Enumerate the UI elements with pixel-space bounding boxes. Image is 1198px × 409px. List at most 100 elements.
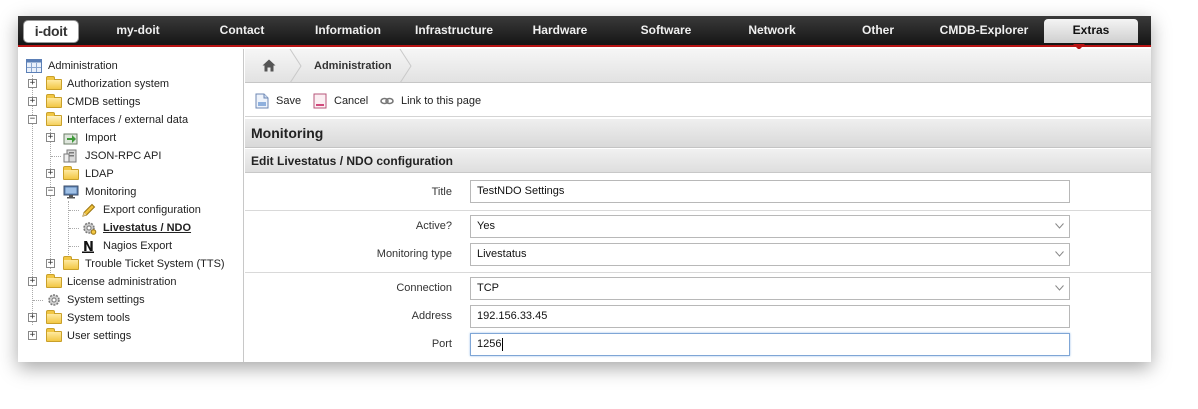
- title-field[interactable]: TestNDO Settings: [470, 180, 1070, 203]
- monitoring-type-select[interactable]: Livestatus: [470, 243, 1070, 266]
- link-label: Link to this page: [401, 95, 482, 107]
- expand-icon[interactable]: +: [28, 277, 37, 286]
- form-row-active: Active? Yes: [245, 215, 1151, 240]
- tree-item-monitoring[interactable]: − Monitoring: [46, 184, 236, 200]
- tree-item-license-administration[interactable]: + License administration: [28, 274, 238, 290]
- nav-infrastructure[interactable]: Infrastructure: [402, 16, 506, 45]
- main-panel: Administration Save Cancel Link to this …: [245, 49, 1151, 362]
- folder-icon: [63, 256, 79, 270]
- expand-icon[interactable]: +: [46, 259, 55, 268]
- cancel-button[interactable]: Cancel: [313, 93, 369, 109]
- tree-item-label: User settings: [67, 330, 132, 342]
- cancel-label: Cancel: [334, 95, 369, 107]
- form-row-monitoring-type: Monitoring type Livestatus: [245, 243, 1151, 268]
- nav-information[interactable]: Information: [298, 16, 398, 45]
- nav-extras[interactable]: Extras: [1044, 19, 1138, 43]
- nav-other[interactable]: Other: [830, 16, 926, 45]
- breadcrumb-separator-icon: [289, 49, 302, 83]
- tree-item-label: Import: [85, 132, 117, 144]
- address-value: 192.156.33.45: [477, 310, 548, 322]
- address-field[interactable]: 192.156.33.45: [470, 305, 1070, 328]
- expand-icon[interactable]: +: [28, 313, 37, 322]
- pencil-icon: [82, 203, 96, 217]
- cancel-icon: [313, 93, 327, 109]
- folder-open-icon: [46, 112, 62, 126]
- tree-item-label: Authorization system: [67, 78, 170, 90]
- tree-root-administration[interactable]: Administration: [26, 58, 236, 74]
- tree-item-user-settings[interactable]: + User settings: [28, 328, 238, 344]
- tree-item-label: Monitoring: [85, 186, 137, 198]
- monitoring-type-value: Livestatus: [477, 248, 527, 260]
- tree-item-system-settings[interactable]: System settings: [28, 292, 238, 308]
- nav-contact[interactable]: Contact: [194, 16, 290, 45]
- admin-tree: Administration + Authorization system + …: [18, 49, 244, 362]
- tree-item-label: JSON-RPC API: [85, 150, 162, 162]
- tree-item-import[interactable]: + Import: [46, 130, 236, 146]
- save-label: Save: [276, 95, 302, 107]
- address-label: Address: [411, 310, 452, 322]
- gear-icon: [83, 222, 97, 235]
- logo-text: i-doit: [34, 23, 68, 39]
- breadcrumb: Administration: [245, 49, 1151, 83]
- folder-icon: [46, 328, 62, 342]
- connection-select[interactable]: TCP: [470, 277, 1070, 300]
- nav-network[interactable]: Network: [724, 16, 820, 45]
- folder-icon: [63, 166, 79, 180]
- active-value: Yes: [477, 220, 495, 232]
- tree-connector: [69, 246, 79, 247]
- port-value: 1256: [477, 338, 502, 350]
- tree-item-system-tools[interactable]: + System tools: [28, 310, 238, 326]
- nav-hardware[interactable]: Hardware: [512, 16, 608, 45]
- nav-software[interactable]: Software: [618, 16, 714, 45]
- table-icon: [26, 59, 42, 73]
- tree-connector: [33, 300, 43, 301]
- active-label: Active?: [415, 220, 452, 232]
- breadcrumb-item[interactable]: Administration: [314, 49, 392, 83]
- top-navigation: i-doit my-doit Contact Information Infra…: [18, 16, 1151, 50]
- tree-item-interfaces[interactable]: − Interfaces / external data: [28, 112, 238, 128]
- tree-root-label: Administration: [48, 60, 118, 72]
- form-row-title: Title TestNDO Settings: [245, 180, 1151, 205]
- home-icon[interactable]: [262, 59, 276, 72]
- tree-item-label: License administration: [67, 276, 177, 288]
- api-icon: [63, 149, 77, 163]
- save-button[interactable]: Save: [255, 93, 305, 109]
- nav-cmdb-explorer[interactable]: CMDB-Explorer: [932, 16, 1036, 45]
- import-icon: [63, 133, 78, 145]
- active-select[interactable]: Yes: [470, 215, 1070, 238]
- tree-item-label: System tools: [67, 312, 130, 324]
- tree-item-nagios-export[interactable]: N Nagios Export: [64, 238, 239, 254]
- expand-icon[interactable]: +: [46, 169, 55, 178]
- tree-item-ldap[interactable]: + LDAP: [46, 166, 236, 182]
- tree-item-label: Interfaces / external data: [67, 114, 189, 126]
- tree-item-label: Livestatus / NDO: [103, 222, 192, 234]
- port-field[interactable]: 1256: [470, 333, 1070, 356]
- tree-item-tts[interactable]: + Trouble Ticket System (TTS): [46, 256, 241, 272]
- expand-icon[interactable]: +: [28, 79, 37, 88]
- folder-icon: [46, 274, 62, 288]
- folder-icon: [46, 310, 62, 324]
- app-window: i-doit my-doit Contact Information Infra…: [18, 16, 1151, 362]
- expand-icon[interactable]: +: [46, 133, 55, 142]
- chevron-down-icon: [1055, 223, 1064, 229]
- link-to-page-button[interactable]: Link to this page: [380, 93, 490, 109]
- nav-my-doit[interactable]: my-doit: [88, 16, 188, 45]
- tree-connector: [69, 228, 79, 229]
- form-divider: [245, 210, 1151, 211]
- monitoring-type-label: Monitoring type: [376, 248, 452, 260]
- form-divider: [245, 272, 1151, 273]
- collapse-icon[interactable]: −: [46, 187, 55, 196]
- section-title: Monitoring: [245, 119, 1151, 148]
- tree-item-json-rpc-api[interactable]: JSON-RPC API: [46, 148, 236, 164]
- tree-item-cmdb-settings[interactable]: + CMDB settings: [28, 94, 238, 110]
- tree-item-export-configuration[interactable]: Export configuration: [64, 202, 239, 218]
- tree-item-label: Nagios Export: [103, 240, 173, 252]
- expand-icon[interactable]: +: [28, 97, 37, 106]
- form-row-connection: Connection TCP: [245, 277, 1151, 302]
- chevron-down-icon: [1055, 251, 1064, 257]
- collapse-icon[interactable]: −: [28, 115, 37, 124]
- tree-item-authorization-system[interactable]: + Authorization system: [28, 76, 238, 92]
- expand-icon[interactable]: +: [28, 331, 37, 340]
- tree-item-livestatus-ndo[interactable]: Livestatus / NDO: [64, 220, 239, 236]
- idoit-logo[interactable]: i-doit: [23, 20, 79, 43]
